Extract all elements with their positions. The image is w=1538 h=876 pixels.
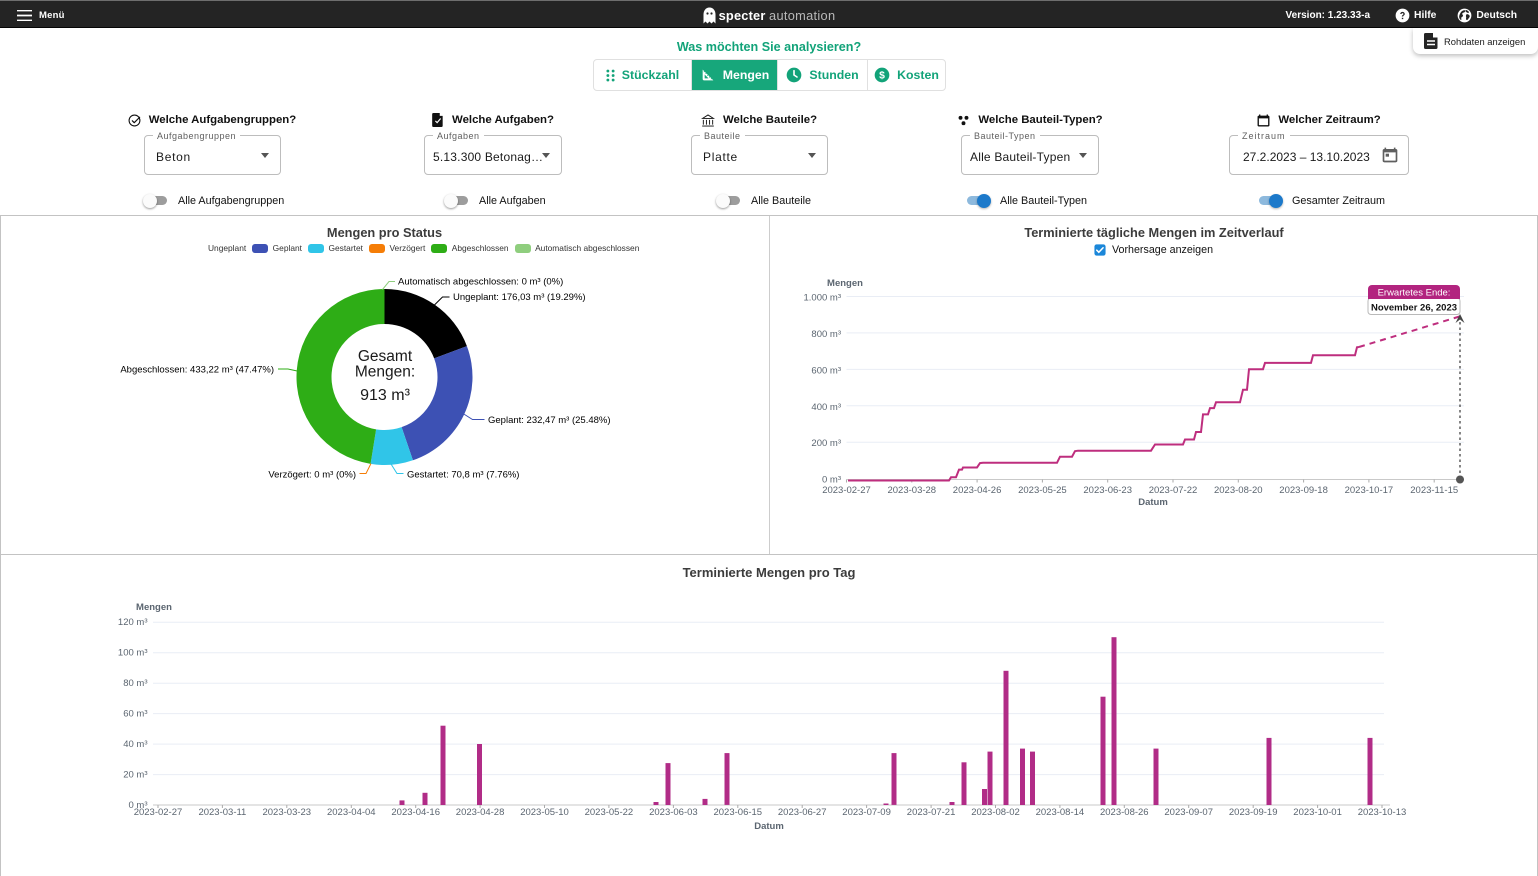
svg-text:2023-02-27: 2023-02-27	[822, 485, 871, 496]
svg-text:40 m³: 40 m³	[123, 739, 147, 750]
svg-text:Gestartet: 70,8 m³ (7.76%): Gestartet: 70,8 m³ (7.76%)	[407, 470, 519, 481]
svg-text:200 m³: 200 m³	[811, 438, 841, 449]
svg-text:Verzögert: 0 m³ (0%): Verzögert: 0 m³ (0%)	[268, 470, 356, 481]
svg-text:Erwartetes Ende:: Erwartetes Ende:	[1378, 288, 1451, 299]
svg-text:2023-09-19: 2023-09-19	[1229, 807, 1278, 818]
svg-text:2023-10-01: 2023-10-01	[1293, 807, 1342, 818]
svg-text:800 m³: 800 m³	[811, 329, 841, 340]
svg-text:Mengen: Mengen	[136, 602, 172, 613]
svg-text:2023-06-15: 2023-06-15	[713, 807, 762, 818]
svg-text:2023-04-28: 2023-04-28	[456, 807, 505, 818]
svg-text:2023-06-03: 2023-06-03	[649, 807, 698, 818]
svg-text:2023-08-14: 2023-08-14	[1036, 807, 1085, 818]
svg-text:2023-06-23: 2023-06-23	[1083, 485, 1132, 496]
svg-text:Mengen:: Mengen:	[355, 364, 415, 381]
svg-text:2023-07-09: 2023-07-09	[842, 807, 891, 818]
svg-text:Mengen: Mengen	[827, 278, 863, 289]
svg-text:100 m³: 100 m³	[118, 648, 148, 659]
svg-text:80 m³: 80 m³	[123, 678, 147, 689]
svg-text:2023-02-27: 2023-02-27	[134, 807, 183, 818]
svg-text:2023-04-04: 2023-04-04	[327, 807, 376, 818]
svg-text:120 m³: 120 m³	[118, 617, 148, 628]
svg-text:2023-11-15: 2023-11-15	[1410, 485, 1458, 496]
svg-text:2023-05-10: 2023-05-10	[520, 807, 569, 818]
svg-text:2023-09-07: 2023-09-07	[1164, 807, 1213, 818]
svg-text:20 m³: 20 m³	[123, 770, 147, 781]
svg-text:2023-10-13: 2023-10-13	[1358, 807, 1407, 818]
svg-text:2023-08-02: 2023-08-02	[971, 807, 1020, 818]
svg-text:400 m³: 400 m³	[811, 402, 841, 413]
svg-text:2023-08-20: 2023-08-20	[1214, 485, 1263, 496]
svg-text:2023-04-26: 2023-04-26	[953, 485, 1002, 496]
svg-text:2023-03-28: 2023-03-28	[887, 485, 936, 496]
svg-text:2023-03-23: 2023-03-23	[262, 807, 311, 818]
svg-text:0 m³: 0 m³	[822, 475, 841, 486]
svg-text:913 m³: 913 m³	[360, 387, 410, 404]
svg-text:2023-07-21: 2023-07-21	[907, 807, 956, 818]
svg-text:Ungeplant: 176,03 m³ (19.29%): Ungeplant: 176,03 m³ (19.29%)	[453, 292, 586, 303]
svg-text:Automatisch abgeschlossen: 0 m: Automatisch abgeschlossen: 0 m³ (0%)	[398, 277, 563, 288]
svg-text:November 26, 2023: November 26, 2023	[1371, 303, 1457, 314]
svg-text:2023-03-11: 2023-03-11	[198, 807, 246, 818]
svg-text:600 m³: 600 m³	[811, 365, 841, 376]
svg-text:1.000 m³: 1.000 m³	[804, 293, 842, 304]
svg-text:Datum: Datum	[1138, 497, 1168, 508]
svg-text:2023-09-18: 2023-09-18	[1279, 485, 1328, 496]
svg-text:Datum: Datum	[754, 821, 784, 832]
svg-text:Geplant: 232,47 m³ (25.48%): Geplant: 232,47 m³ (25.48%)	[488, 415, 611, 426]
svg-text:2023-10-17: 2023-10-17	[1345, 485, 1394, 496]
svg-text:Abgeschlossen: 433,22 m³ (47.4: Abgeschlossen: 433,22 m³ (47.47%)	[120, 365, 274, 376]
svg-text:$: $	[879, 71, 885, 82]
svg-text:60 m³: 60 m³	[123, 709, 147, 720]
svg-text:Gesamt: Gesamt	[358, 348, 413, 365]
svg-text:2023-06-27: 2023-06-27	[778, 807, 827, 818]
svg-text:2023-08-26: 2023-08-26	[1100, 807, 1149, 818]
svg-text:2023-05-25: 2023-05-25	[1018, 485, 1067, 496]
svg-text:2023-04-16: 2023-04-16	[391, 807, 440, 818]
svg-text:2023-05-22: 2023-05-22	[585, 807, 634, 818]
svg-text:2023-07-22: 2023-07-22	[1149, 485, 1198, 496]
